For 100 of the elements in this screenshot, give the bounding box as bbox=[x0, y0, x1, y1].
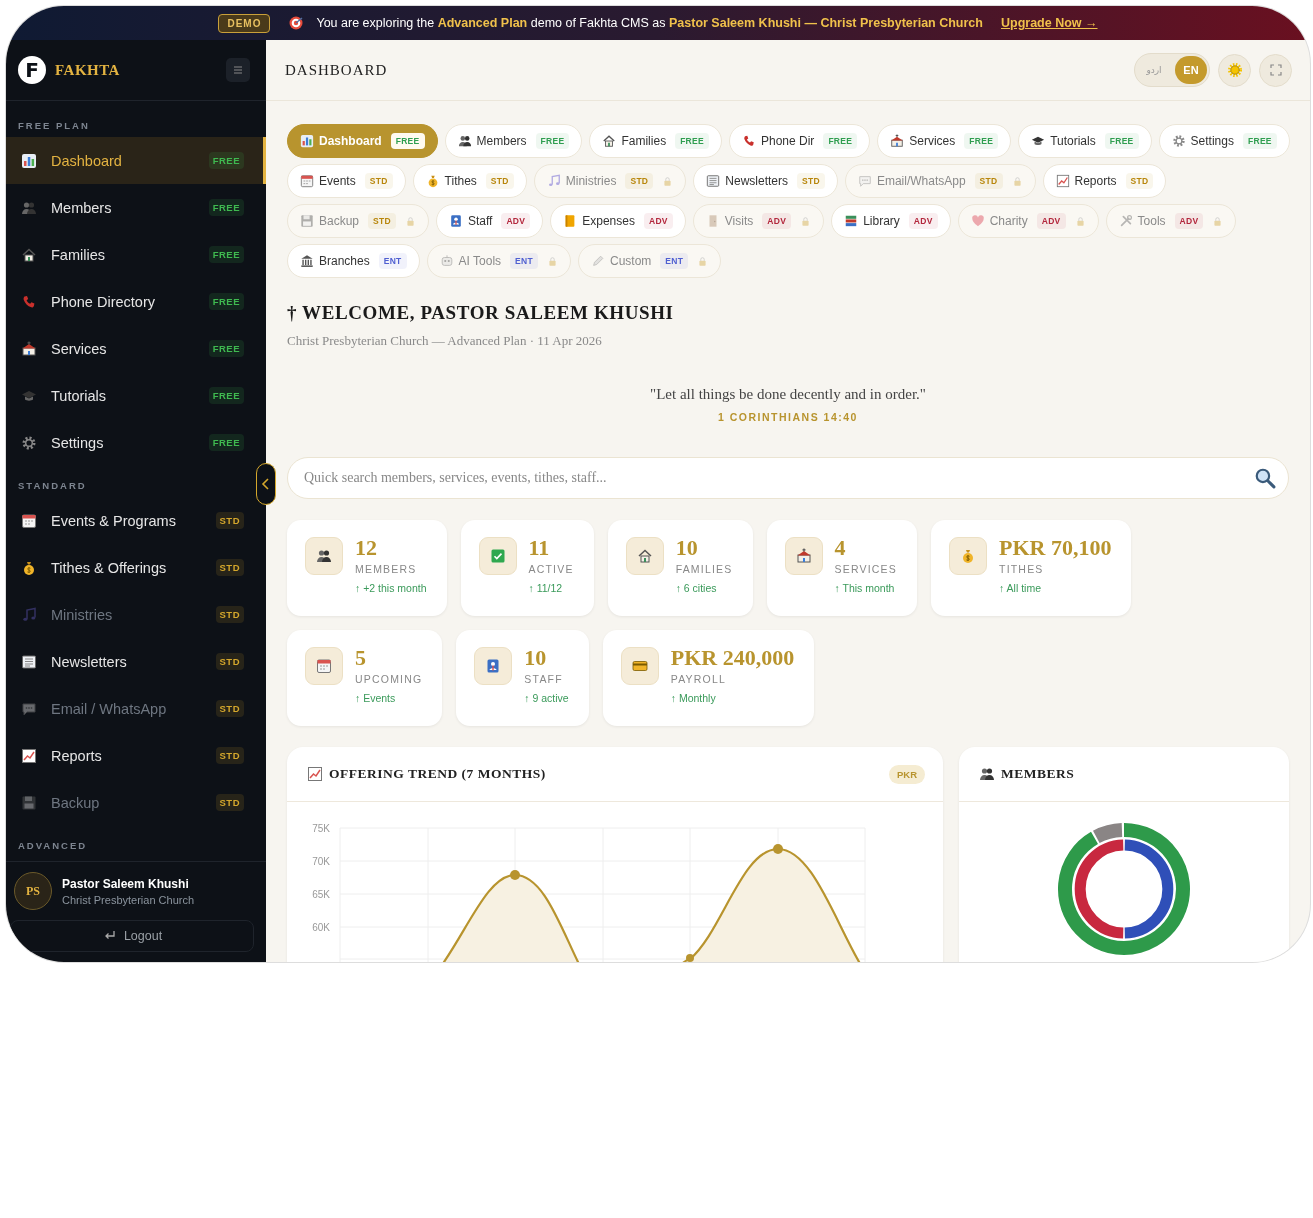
data-point bbox=[686, 954, 694, 962]
fullscreen-icon bbox=[1267, 62, 1284, 78]
demo-message: You are exploring the Advanced Plan demo of Fakhta CMS as Pastor Saleem Khushi — Christ Presbyterian Church bbox=[316, 16, 983, 30]
plan-badge: ADV bbox=[908, 213, 938, 229]
phone-icon bbox=[21, 293, 37, 310]
module-chip[interactable]: Staff ADV bbox=[435, 204, 544, 238]
stat-value: 11 bbox=[528, 535, 550, 560]
graduation-cap-icon bbox=[1031, 134, 1046, 148]
module-chip[interactable]: Newsletters STD bbox=[693, 164, 838, 198]
stat-label: STAFF bbox=[524, 673, 563, 685]
search-field[interactable]: Quick search members, services, events, tithes, staff... bbox=[287, 457, 1289, 499]
sidebar-item[interactable]: Tutorials FREE bbox=[6, 372, 266, 419]
trend-chart-icon bbox=[307, 766, 323, 782]
sidebar-item[interactable]: Members FREE bbox=[6, 184, 266, 231]
lock-icon bbox=[1212, 215, 1224, 227]
plan-badge: STD bbox=[215, 794, 244, 811]
module-chip[interactable]: Visits ADV bbox=[692, 204, 825, 238]
stat-label: UPCOMING bbox=[355, 673, 423, 685]
lock-icon bbox=[547, 255, 558, 267]
stat-value: PKR 240,000 bbox=[670, 645, 795, 670]
stat-change: ↑ 11/12 bbox=[528, 582, 563, 594]
section-label: FREE PLAN bbox=[18, 120, 90, 131]
plan-badge: STD bbox=[215, 747, 244, 764]
plan-badge: STD bbox=[797, 173, 825, 189]
people-icon bbox=[457, 134, 472, 148]
card-title: OFFERING TREND (7 MONTHS) bbox=[329, 766, 547, 782]
plan-badge: STD bbox=[974, 173, 1003, 189]
module-chip[interactable]: Expenses ADV bbox=[550, 204, 686, 238]
section-label: ADVANCED bbox=[18, 840, 88, 851]
theme-button[interactable] bbox=[1218, 53, 1251, 87]
menu-button[interactable] bbox=[226, 58, 250, 82]
module-chip[interactable]: Families FREE bbox=[589, 124, 722, 158]
sidebar-item[interactable]: Services FREE bbox=[6, 325, 266, 372]
sidebar-item[interactable]: Families FREE bbox=[6, 231, 266, 278]
upgrade-link[interactable]: Upgrade Now → bbox=[1000, 16, 1098, 30]
sidebar-item[interactable]: Phone Directory FREE bbox=[6, 278, 266, 325]
sidebar-item[interactable]: Newsletters STD bbox=[6, 638, 266, 685]
module-chip[interactable]: Tithes STD bbox=[412, 164, 527, 198]
module-chip[interactable]: Library ADV bbox=[831, 204, 951, 238]
plan-badge: FREE bbox=[964, 133, 999, 149]
trend-chart-icon bbox=[1055, 174, 1070, 188]
module-chip[interactable]: Charity ADV bbox=[957, 204, 1099, 238]
lock-icon bbox=[1011, 175, 1023, 187]
stat-label: PAYROLL bbox=[670, 673, 726, 685]
plan-badge: STD bbox=[215, 700, 244, 717]
module-chip[interactable]: Custom ENT bbox=[578, 244, 722, 278]
fullscreen-button[interactable] bbox=[1259, 53, 1292, 87]
check-box-icon bbox=[489, 548, 506, 564]
tools-icon bbox=[1118, 214, 1133, 228]
sidebar-collapse-handle[interactable] bbox=[256, 463, 276, 505]
module-chip[interactable]: Tools ADV bbox=[1105, 204, 1237, 238]
stat-value: PKR 70,100 bbox=[999, 535, 1112, 560]
module-chip[interactable]: AI Tools ENT bbox=[426, 244, 571, 278]
logout-button[interactable]: Logout bbox=[10, 920, 254, 952]
module-chip[interactable]: Reports STD bbox=[1042, 164, 1167, 198]
gear-icon bbox=[21, 434, 37, 451]
calendar-icon bbox=[21, 512, 37, 529]
module-chip[interactable]: Branches ENT bbox=[287, 244, 420, 278]
welcome-subtitle: Christ Presbyterian Church — Advanced Plan · 11 Apr 2026 bbox=[287, 333, 602, 348]
plan-badge: FREE bbox=[208, 434, 244, 451]
plan-badge: ADV bbox=[643, 213, 673, 229]
plan-badge: FREE bbox=[208, 293, 244, 310]
module-chip[interactable]: Tutorials FREE bbox=[1018, 124, 1152, 158]
sidebar-item[interactable]: Settings FREE bbox=[6, 419, 266, 466]
stat-change: ↑ Monthly bbox=[670, 692, 716, 704]
data-point bbox=[510, 870, 520, 880]
bank-icon bbox=[300, 254, 314, 268]
stat-label: FAMILIES bbox=[675, 563, 733, 575]
plan-badge: STD bbox=[215, 559, 244, 576]
axis-label: 70K bbox=[312, 856, 330, 867]
target-icon bbox=[288, 15, 305, 31]
sidebar-item[interactable]: Dashboard FREE bbox=[6, 137, 266, 184]
stat-change: ↑ 9 active bbox=[524, 692, 569, 704]
music-note-icon bbox=[546, 174, 561, 188]
currency-badge: PKR bbox=[888, 764, 925, 784]
module-chip[interactable]: Settings FREE bbox=[1158, 124, 1290, 158]
sidebar-item[interactable]: Reports STD bbox=[6, 732, 266, 779]
module-chip[interactable]: Events STD bbox=[287, 164, 406, 198]
stat-label: TITHES bbox=[999, 563, 1044, 575]
sidebar-item[interactable]: Tithes & Offerings STD bbox=[6, 544, 266, 591]
newspaper-icon bbox=[21, 653, 37, 670]
speech-bubble-icon bbox=[857, 174, 872, 188]
stat-value: 5 bbox=[355, 645, 366, 670]
money-bag-icon bbox=[21, 559, 37, 576]
module-chip[interactable]: Members FREE bbox=[444, 124, 583, 158]
stat-value: 12 bbox=[355, 535, 377, 560]
sidebar-item[interactable]: Events & Programs STD bbox=[6, 497, 266, 544]
plan-badge: FREE bbox=[208, 199, 244, 216]
module-chip[interactable]: Phone Dir FREE bbox=[729, 124, 871, 158]
lock-icon bbox=[1074, 215, 1086, 227]
verse-quote: "Let all things be done decently and in order." bbox=[650, 386, 926, 403]
plan-badge: FREE bbox=[823, 133, 858, 149]
id-badge-icon bbox=[485, 658, 502, 674]
plan-badge: FREE bbox=[1104, 133, 1139, 149]
stat-change: ↑ 6 cities bbox=[675, 582, 717, 594]
search-icon bbox=[1254, 467, 1276, 489]
plan-badge: STD bbox=[215, 606, 244, 623]
module-chip[interactable]: Services FREE bbox=[877, 124, 1012, 158]
stat-label: MEMBERS bbox=[355, 563, 417, 575]
verse-reference: 1 CORINTHIANS 14:40 bbox=[718, 411, 858, 423]
